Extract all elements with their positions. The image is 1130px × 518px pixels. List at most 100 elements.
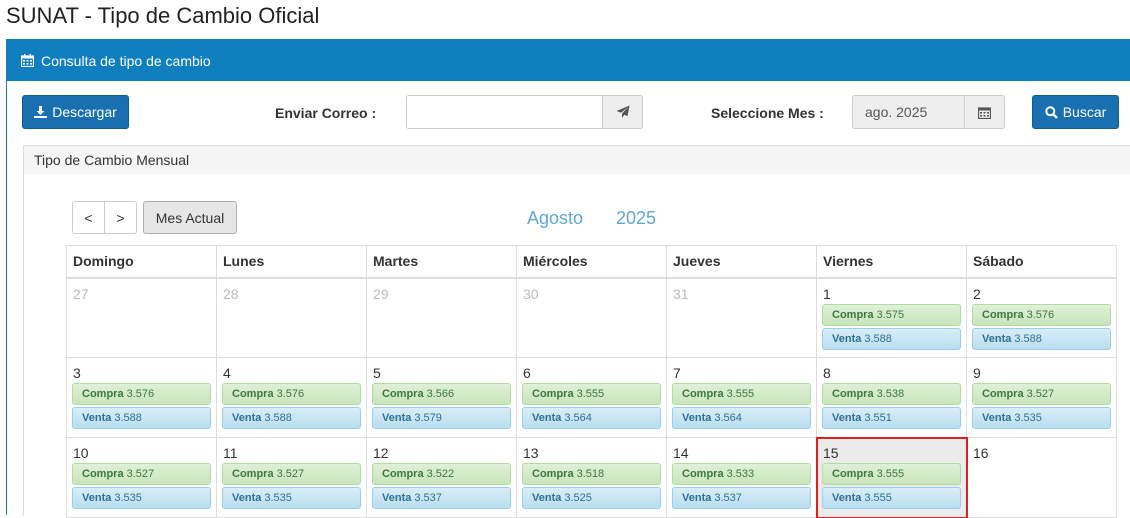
- calendar-day[interactable]: 29: [366, 277, 517, 358]
- download-button[interactable]: Descargar: [22, 95, 129, 129]
- calendar-day[interactable]: 10 Compra 3.527 Venta 3.535: [66, 437, 217, 518]
- compra-label: Compra: [532, 388, 574, 400]
- compra-rate: Compra 3.527: [972, 383, 1111, 405]
- compra-value: 3.522: [426, 468, 455, 480]
- venta-label: Venta: [232, 412, 262, 424]
- calendar-day[interactable]: 13 Compra 3.518 Venta 3.525: [516, 437, 667, 518]
- calendar-day[interactable]: 9 Compra 3.527 Venta 3.535: [966, 357, 1117, 438]
- email-label: Enviar Correo :: [275, 105, 377, 121]
- calendar-day[interactable]: 30: [516, 277, 667, 358]
- panel-title: Consulta de tipo de cambio: [41, 52, 211, 69]
- compra-rate: Compra 3.576: [72, 383, 211, 405]
- weekday-header: Jueves: [666, 245, 817, 279]
- email-input[interactable]: [407, 96, 602, 128]
- day-number: 12: [373, 445, 389, 461]
- send-email-button[interactable]: [602, 96, 642, 128]
- venta-value: 3.535: [114, 492, 142, 504]
- compra-label: Compra: [832, 388, 874, 400]
- calendar-day[interactable]: 5 Compra 3.566 Venta 3.579: [366, 357, 517, 438]
- calendar-day[interactable]: 8 Compra 3.538 Venta 3.551: [816, 357, 967, 438]
- calendar-day[interactable]: 11 Compra 3.527 Venta 3.535: [216, 437, 367, 518]
- calendar-day[interactable]: 16: [966, 437, 1117, 518]
- month-input[interactable]: ago. 2025: [853, 96, 964, 128]
- day-number: 10: [73, 445, 89, 461]
- day-number: 15: [823, 445, 839, 461]
- calendar-nav: < >: [72, 201, 137, 234]
- monthly-rate-panel: Tipo de Cambio Mensual < > Mes Actual Ag…: [23, 145, 1130, 518]
- calendar-week-row: 3 Compra 3.576 Venta 3.588 4 Compra 3.576 Venta 3…: [66, 357, 1117, 438]
- venta-label: Venta: [382, 412, 412, 424]
- venta-rate: Venta 3.588: [222, 407, 361, 429]
- download-icon: [34, 106, 48, 118]
- venta-value: 3.525: [564, 492, 592, 504]
- search-button-label: Buscar: [1062, 104, 1107, 120]
- current-month-button[interactable]: Mes Actual: [143, 201, 237, 234]
- compra-value: 3.518: [576, 468, 605, 480]
- next-month-button[interactable]: >: [105, 201, 137, 234]
- compra-rate: Compra 3.538: [822, 383, 961, 405]
- calendar-day[interactable]: 3 Compra 3.576 Venta 3.588: [66, 357, 217, 438]
- venta-label: Venta: [832, 492, 862, 504]
- venta-label: Venta: [82, 492, 112, 504]
- venta-label: Venta: [82, 412, 112, 424]
- compra-label: Compra: [682, 468, 724, 480]
- day-number: 2: [973, 285, 981, 302]
- venta-rate: Venta 3.535: [72, 487, 211, 509]
- venta-label: Venta: [982, 412, 1012, 424]
- search-button[interactable]: Buscar: [1032, 95, 1119, 129]
- compra-rate: Compra 3.555: [522, 383, 661, 405]
- compra-label: Compra: [232, 388, 274, 400]
- calendar-day[interactable]: 6 Compra 3.555 Venta 3.564: [516, 357, 667, 438]
- compra-value: 3.566: [426, 388, 455, 400]
- venta-label: Venta: [832, 332, 862, 345]
- compra-label: Compra: [832, 468, 874, 480]
- weekday-header: Martes: [366, 245, 517, 279]
- calendar-day[interactable]: 31: [666, 277, 817, 358]
- month-picker-button[interactable]: [964, 96, 1004, 128]
- venta-rate: Venta 3.588: [972, 327, 1111, 350]
- calendar-icon: [21, 54, 34, 67]
- calendar-year: 2025: [616, 208, 657, 228]
- compra-value: 3.527: [126, 468, 155, 480]
- calendar-day-today[interactable]: 15 Compra 3.555 Venta 3.555: [815, 436, 968, 518]
- compra-value: 3.527: [276, 468, 305, 480]
- download-button-label: Descargar: [52, 104, 117, 120]
- venta-value: 3.588: [1014, 332, 1042, 345]
- calendar-week-row: 10 Compra 3.527 Venta 3.535 11 Compra 3.527 Vent…: [66, 436, 1117, 518]
- calendar-day[interactable]: 4 Compra 3.576 Venta 3.588: [216, 357, 367, 438]
- calendar-day[interactable]: 27: [66, 277, 217, 358]
- day-number: 27: [73, 285, 89, 302]
- compra-value: 3.555: [576, 388, 605, 400]
- venta-label: Venta: [232, 492, 262, 504]
- day-number: 31: [673, 285, 689, 302]
- compra-rate: Compra 3.522: [372, 463, 511, 485]
- day-number: 11: [223, 445, 238, 461]
- calendar-day[interactable]: 2 Compra 3.576 Venta 3.588: [966, 277, 1117, 358]
- compra-value: 3.555: [876, 468, 905, 480]
- venta-rate: Venta 3.564: [522, 407, 661, 429]
- compra-value: 3.575: [876, 308, 905, 321]
- day-number: 30: [523, 285, 539, 302]
- venta-value: 3.551: [864, 412, 892, 424]
- calendar-day[interactable]: 12 Compra 3.522 Venta 3.537: [366, 437, 517, 518]
- venta-value: 3.537: [714, 492, 742, 504]
- venta-rate: Venta 3.537: [372, 487, 511, 509]
- calendar-day[interactable]: 7 Compra 3.555 Venta 3.564: [666, 357, 817, 438]
- calendar-day[interactable]: 1 Compra 3.575 Venta 3.588: [816, 277, 967, 358]
- venta-label: Venta: [832, 412, 862, 424]
- compra-rate: Compra 3.576: [222, 383, 361, 405]
- venta-value: 3.535: [1014, 412, 1042, 424]
- day-number: 1: [823, 285, 831, 302]
- venta-value: 3.535: [264, 492, 292, 504]
- calendar-day[interactable]: 14 Compra 3.533 Venta 3.537: [666, 437, 817, 518]
- weekday-header: Domingo: [66, 245, 217, 279]
- weekday-header: Lunes: [216, 245, 367, 279]
- day-number: 9: [973, 365, 981, 381]
- prev-month-button[interactable]: <: [72, 201, 105, 234]
- compra-value: 3.555: [726, 388, 755, 400]
- compra-rate: Compra 3.566: [372, 383, 511, 405]
- compra-rate: Compra 3.533: [672, 463, 811, 485]
- day-number: 6: [523, 365, 531, 381]
- sub-panel-title: Tipo de Cambio Mensual: [24, 146, 1130, 174]
- calendar-day[interactable]: 28: [216, 277, 367, 358]
